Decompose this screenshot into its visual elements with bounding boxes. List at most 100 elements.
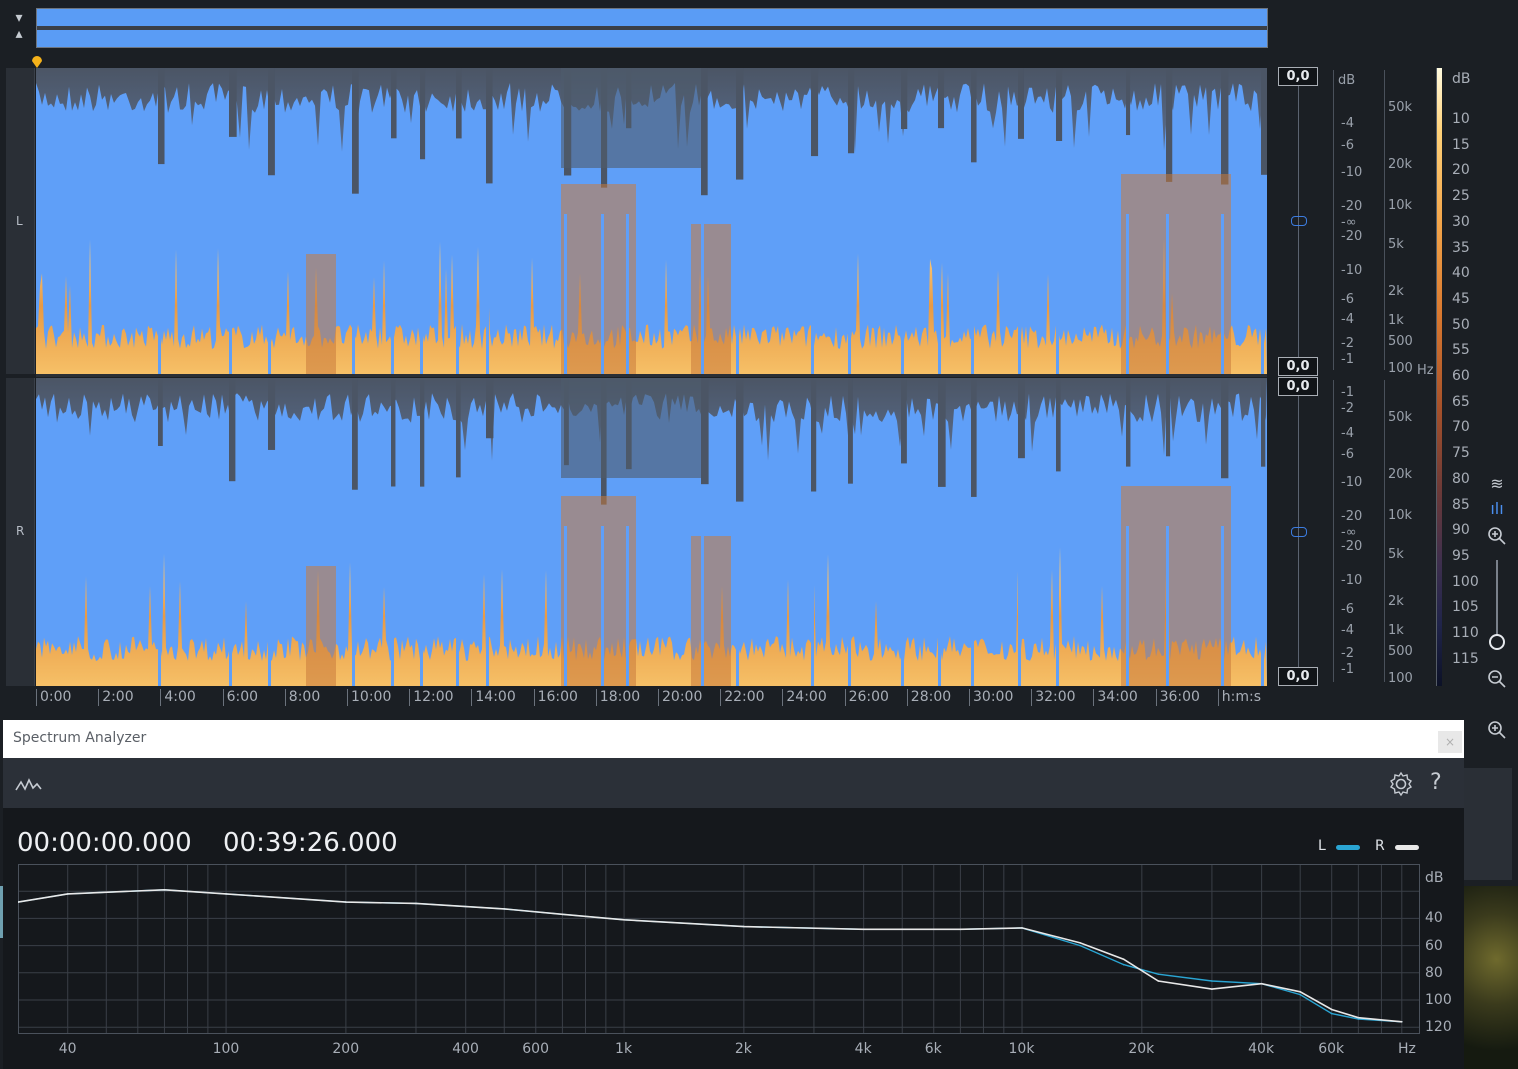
db-tick: -4 — [1341, 312, 1354, 327]
zoom-slider-handle[interactable] — [1489, 634, 1505, 650]
channel-letter: R — [16, 524, 25, 538]
freq-tick: 100 — [212, 1041, 240, 1057]
data-point — [66, 893, 69, 895]
gear-icon[interactable] — [1388, 771, 1414, 797]
time-tick: 8:00 — [284, 689, 320, 706]
colorbar-tick: 115 — [1452, 650, 1479, 667]
db-tick: -6 — [1341, 447, 1354, 462]
close-button[interactable]: × — [1438, 731, 1462, 753]
data-point — [1211, 988, 1213, 990]
data-point — [1260, 982, 1263, 985]
db-tick: -∞ — [1341, 525, 1357, 540]
db-tick: -10 — [1341, 263, 1363, 278]
freq-tick: 4k — [854, 1041, 872, 1057]
time-ruler[interactable]: 0:00 2:00 4:00 6:00 8:00 10:00 12:00 14:00 16:00… — [36, 686, 1267, 708]
data-point — [1122, 963, 1125, 966]
colorbar-tick: 50 — [1452, 316, 1470, 333]
colorbar-tick: 75 — [1452, 445, 1470, 462]
time-tick: 10:00 — [347, 689, 391, 706]
playhead-marker[interactable] — [30, 55, 44, 69]
time-tick: 22:00 — [720, 689, 765, 706]
freq-tick: 40k — [1248, 1041, 1275, 1057]
level-slider-handle[interactable] — [1291, 527, 1307, 537]
spectrogram-image — [36, 378, 1267, 686]
help-button[interactable]: ? — [1430, 770, 1442, 795]
colorbar-tick: 55 — [1452, 342, 1470, 359]
time-tick: 4:00 — [160, 689, 196, 706]
time-tick: 0:00 — [36, 689, 71, 706]
data-point — [561, 913, 564, 916]
hz-scale-axis — [1384, 380, 1385, 682]
time-tick: 6:00 — [222, 689, 258, 706]
channel-letter: L — [16, 214, 23, 228]
spectrum-plot[interactable] — [18, 864, 1420, 1034]
freq-tick: 600 — [522, 1041, 549, 1057]
colorbar-tick: 95 — [1452, 547, 1470, 564]
data-point — [1330, 1012, 1333, 1015]
data-point — [862, 928, 865, 931]
zoom-in-icon[interactable] — [1486, 525, 1508, 547]
hz-tick: 20k — [1388, 157, 1413, 172]
zoom-out-icon[interactable] — [1486, 668, 1508, 690]
waveform-icon[interactable]: ≋ — [1486, 474, 1508, 496]
spectrum-icon[interactable] — [15, 775, 43, 795]
hz-tick: 2k — [1388, 284, 1404, 299]
time-tick: 14:00 — [471, 689, 516, 706]
time-tick: h:m:s — [1217, 689, 1261, 706]
colorbar-tick: 110 — [1452, 625, 1479, 641]
data-point — [345, 901, 347, 903]
spectrum-icon[interactable]: ılı — [1486, 499, 1508, 521]
data-point — [1400, 1020, 1403, 1023]
hz-tick: 10k — [1388, 198, 1413, 213]
data-point — [1211, 980, 1213, 982]
colorbar-tick: 25 — [1452, 188, 1470, 205]
colorbar-tick: 40 — [1452, 265, 1470, 282]
colorbar-tick: 105 — [1452, 599, 1479, 616]
collapse-icon[interactable]: ▾ ▴ — [8, 10, 30, 44]
data-point — [1157, 973, 1160, 975]
data-point — [1357, 1016, 1360, 1019]
end-time: 00:39:26.000 — [223, 828, 398, 858]
freq-tick: 20k — [1128, 1041, 1155, 1057]
db-readout: 0,0 — [1278, 357, 1318, 376]
background-photo — [1464, 886, 1518, 1069]
spectrum-analyzer-titlebar[interactable] — [3, 720, 1464, 758]
freq-tick: 60k — [1318, 1041, 1345, 1057]
series-line-R — [18, 888, 1402, 1023]
time-tick: 20:00 — [658, 689, 702, 706]
time-tick: 36:00 — [1155, 689, 1200, 706]
db-tick: -4 — [1341, 426, 1354, 441]
db-tick: -1 — [1341, 385, 1354, 400]
db-tick: -20 — [1341, 539, 1363, 554]
colorbar-border — [1436, 68, 1437, 686]
spectrogram-left[interactable] — [36, 68, 1267, 374]
zoom-in-icon[interactable] — [1486, 719, 1508, 741]
db-tick: -4 — [1341, 116, 1354, 131]
db-tick: -2 — [1341, 646, 1354, 661]
db-scale-axis — [1333, 380, 1334, 682]
freq-tick: 1k — [615, 1041, 633, 1057]
freq-tick: 400 — [452, 1041, 479, 1057]
colorbar-tick: 70 — [1452, 419, 1470, 436]
hz-tick: 2k — [1388, 594, 1404, 609]
db-readout: 0,0 — [1278, 67, 1318, 86]
timeline-bar[interactable] — [36, 56, 1267, 67]
time-tick: 16:00 — [533, 689, 578, 706]
level-slider-handle[interactable] — [1291, 216, 1307, 226]
db-tick: -10 — [1341, 573, 1363, 588]
data-point — [1122, 958, 1125, 960]
window-title: Spectrum Analyzer — [13, 730, 147, 746]
hz-tick: 1k — [1388, 623, 1404, 638]
db-readout: 0,0 — [1278, 667, 1318, 686]
db-scale-axis — [1333, 70, 1334, 370]
freq-tick: Hz — [1398, 1041, 1416, 1057]
colorbar-unit: dB — [1452, 71, 1471, 87]
data-point — [1021, 927, 1023, 929]
overview-waveform[interactable] — [36, 8, 1268, 48]
colorbar-tick: 20 — [1452, 162, 1470, 179]
time-tick: 26:00 — [844, 689, 889, 706]
spectrogram-right[interactable] — [36, 378, 1267, 686]
freq-tick: 6k — [924, 1041, 942, 1057]
time-tick: 34:00 — [1093, 689, 1138, 706]
time-tick: 30:00 — [969, 689, 1013, 706]
